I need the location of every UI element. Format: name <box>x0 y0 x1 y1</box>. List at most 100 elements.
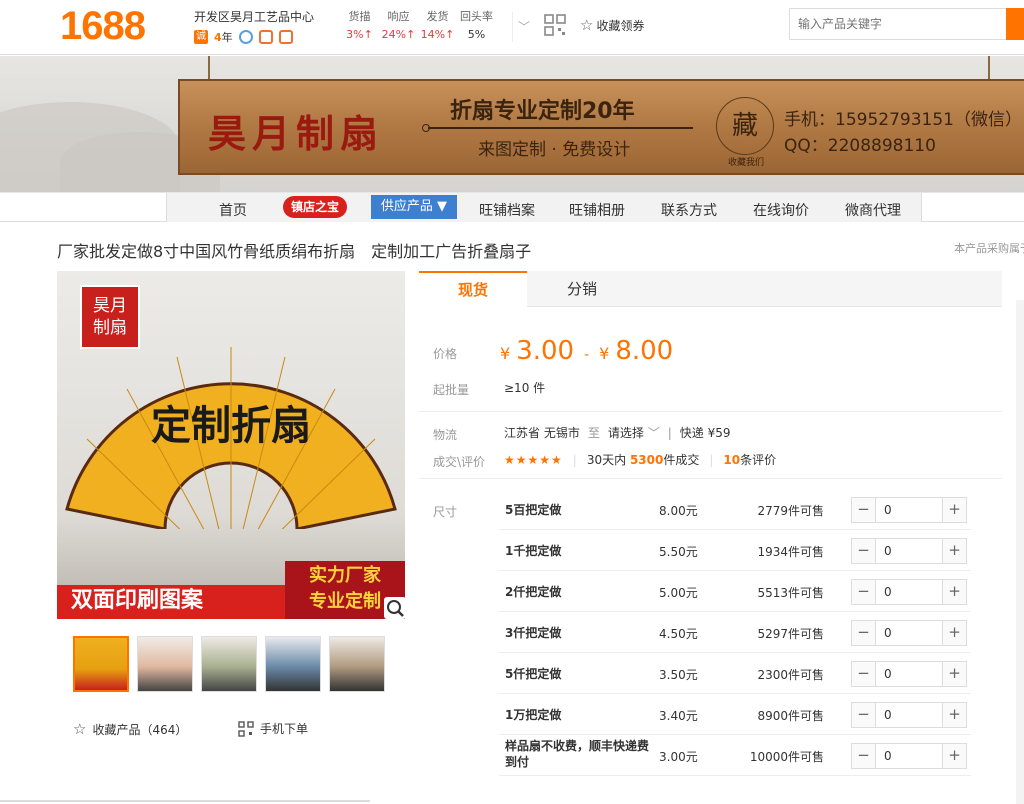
banner-subtitle: 来图定制 · 免费设计 <box>478 140 631 160</box>
plus-button[interactable]: + <box>942 662 966 686</box>
plus-button[interactable]: + <box>942 744 966 768</box>
star-outline-icon: ☆ <box>73 720 87 738</box>
thumbnail-4[interactable] <box>265 636 321 692</box>
quantity-input[interactable]: 0 <box>876 662 942 686</box>
minus-button[interactable]: − <box>852 744 876 768</box>
quantity-stepper: −0 + <box>851 743 967 769</box>
banner-board: 昊月制扇 折扇专业定制20年 来图定制 · 免费设计 藏 收藏我们 手机：159… <box>178 79 1024 175</box>
plus-button[interactable]: + <box>942 621 966 645</box>
shop-name[interactable]: 开发区昊月工艺品中心 <box>194 8 314 25</box>
plus-button[interactable]: + <box>942 498 966 522</box>
tab-distribution[interactable]: 分销 <box>537 271 627 307</box>
minus-button[interactable]: − <box>852 580 876 604</box>
quantity-input[interactable]: 0 <box>876 539 942 563</box>
banner-contact: 手机：15952793151（微信） QQ：2208898110 <box>784 107 1022 159</box>
minus-button[interactable]: − <box>852 539 876 563</box>
quantity-input[interactable]: 0 <box>876 621 942 645</box>
nav-album[interactable]: 旺铺相册 <box>569 200 625 220</box>
minus-button[interactable]: − <box>852 498 876 522</box>
deal-info: ★★★★★ | 30天内 5300件成交 | 10条评价 <box>504 451 777 468</box>
seal-caption: 收藏我们 <box>728 158 765 168</box>
chevron-down-icon[interactable]: ﹀ <box>518 18 530 35</box>
min-batch-label: 起批量 <box>433 383 470 397</box>
table-row: 1千把定做 5.50元 1934件可售 −0 + <box>499 530 971 571</box>
ship-from: 江苏省 无锡市 <box>504 426 580 440</box>
rating-stars-icon: ★★★★★ <box>504 452 563 467</box>
minus-button[interactable]: − <box>852 662 876 686</box>
chevron-down-icon: ﹀ <box>647 426 660 440</box>
nav-archive[interactable]: 旺铺档案 <box>479 200 535 220</box>
search-button[interactable] <box>1006 8 1024 40</box>
quantity-stepper: −0 + <box>851 702 967 728</box>
quantity-input[interactable]: 0 <box>876 498 942 522</box>
banner-title: 昊月制扇 <box>208 111 385 156</box>
fan-illustration: 定制折扇 <box>65 347 397 529</box>
scrollbar[interactable] <box>1016 300 1024 804</box>
min-batch-value: ≥10 件 <box>504 381 546 395</box>
plus-button[interactable]: + <box>942 703 966 727</box>
nav-supply-products[interactable]: 供应产品 ▼ <box>371 195 457 219</box>
cheng-badge-icon[interactable]: 诚 <box>194 30 208 44</box>
site-logo[interactable]: 1688 <box>60 4 146 49</box>
quantity-input[interactable]: 0 <box>876 744 942 768</box>
thumbnail-3[interactable] <box>201 636 257 692</box>
table-row: 5百把定做 8.00元 2779件可售 −0 + <box>499 489 971 530</box>
table-row: 1万把定做 3.40元 8900件可售 −0 + <box>499 694 971 735</box>
price-label: 价格 <box>433 347 458 361</box>
shop-banner: 昊月制扇 折扇专业定制20年 来图定制 · 免费设计 藏 收藏我们 手机：159… <box>0 56 1024 192</box>
logistics-info: 江苏省 无锡市 至 请选择 ﹀ | 快递 ¥59 <box>504 424 731 441</box>
favorite-coupon-button[interactable]: ☆ 收藏领券 <box>580 16 644 34</box>
nav-home[interactable]: 首页 <box>219 200 247 220</box>
protection-icon[interactable] <box>278 30 293 44</box>
tab-in-stock[interactable]: 现货 <box>419 271 527 307</box>
nav-inquiry[interactable]: 在线询价 <box>753 200 809 220</box>
qr-code-icon <box>238 720 254 737</box>
table-row: 2仟把定做 5.00元 5513件可售 −0 + <box>499 571 971 612</box>
product-title: 厂家批发定做8寸中国风竹骨纸质绢布折扇 定制加工广告折叠扇子 <box>57 242 532 261</box>
print-tagline: 双面印刷图案 <box>71 588 204 613</box>
thumbnail-1[interactable] <box>73 636 129 692</box>
quantity-input[interactable]: 0 <box>876 580 942 604</box>
shop-years: 4年 <box>214 31 233 44</box>
shop-stats: 货描 3%↑ 响应 24%↑ 发货 14%↑ 回头率 5% <box>340 8 496 41</box>
search-input[interactable] <box>789 8 1007 40</box>
guarantee-icon[interactable] <box>258 30 273 44</box>
quantity-input[interactable]: 0 <box>876 703 942 727</box>
collect-product-button[interactable]: ☆ 收藏产品（464） <box>73 720 187 738</box>
thumbnail-list <box>73 636 385 692</box>
nav-treasure[interactable]: 镇店之宝 <box>283 196 348 218</box>
logistics-label: 物流 <box>433 428 458 442</box>
minus-button[interactable]: − <box>852 703 876 727</box>
size-label: 尺寸 <box>433 505 458 519</box>
plus-button[interactable]: + <box>942 580 966 604</box>
review-count[interactable]: 10条评价 <box>723 451 776 468</box>
qr-code-icon[interactable] <box>544 14 566 36</box>
table-row: 5仟把定做 3.50元 2300件可售 −0 + <box>499 653 971 694</box>
purchase-tabs: 现货 分销 <box>419 271 1002 307</box>
thumbnail-5[interactable] <box>329 636 385 692</box>
destination-select[interactable]: 请选择 ﹀ <box>608 424 660 441</box>
nav-contact[interactable]: 联系方式 <box>661 200 717 220</box>
zoom-icon[interactable] <box>384 597 406 619</box>
minus-button[interactable]: − <box>852 621 876 645</box>
contact-phone: 手机：15952793151（微信） <box>784 110 1022 130</box>
quantity-stepper: −0 + <box>851 579 967 605</box>
divider <box>512 12 513 42</box>
thumbnail-2[interactable] <box>137 636 193 692</box>
deal-label: 成交\评价 <box>433 455 486 469</box>
fan-text: 定制折扇 <box>151 402 311 449</box>
price-range: ¥3.00 - ¥8.00 <box>500 336 674 366</box>
collect-seal-icon[interactable]: 藏 <box>716 97 774 155</box>
express-fee: 快递 ¥59 <box>679 426 731 440</box>
verified-icon[interactable] <box>238 30 253 44</box>
quantity-stepper: −0 + <box>851 497 967 523</box>
deal-count[interactable]: 30天内 5300件成交 <box>587 451 700 468</box>
plus-button[interactable]: + <box>942 539 966 563</box>
purchase-note: 本产品采购属于 <box>954 242 1024 255</box>
product-main-image[interactable]: 定制折扇 昊月 制扇 双面印刷图案 实力厂家 专业定制 <box>57 271 405 619</box>
mobile-order-button[interactable]: 手机下单 <box>238 720 308 737</box>
nav-agent[interactable]: 微商代理 <box>845 200 901 220</box>
top-bar: 1688 开发区昊月工艺品中心 诚 4年 货描 3%↑ 响应 24%↑ 发货 14%↑… <box>0 0 1024 55</box>
table-row: 3仟把定做 4.50元 5297件可售 −0 + <box>499 612 971 653</box>
quantity-stepper: −0 + <box>851 620 967 646</box>
